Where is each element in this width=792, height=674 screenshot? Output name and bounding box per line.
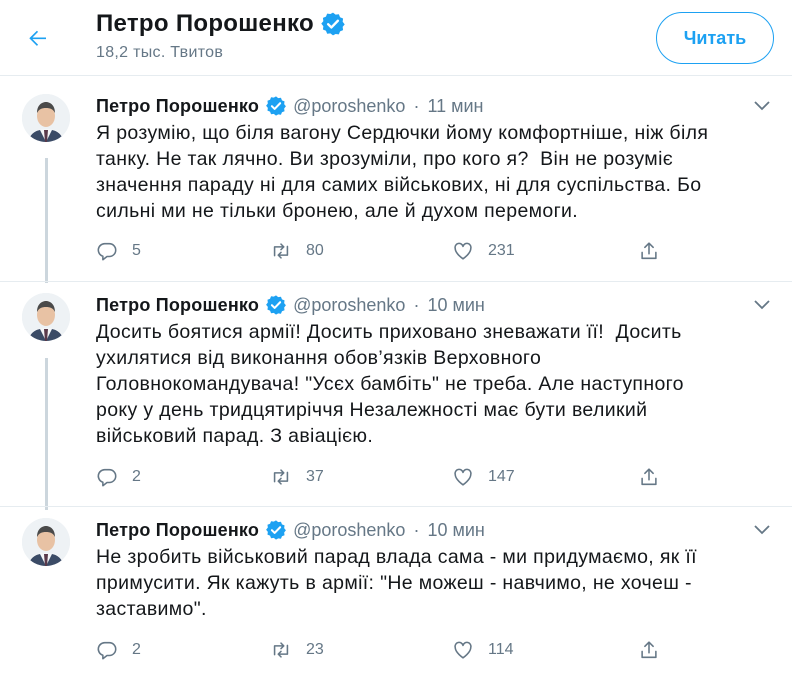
verified-badge-icon xyxy=(266,96,286,116)
verified-badge-icon xyxy=(321,12,345,36)
avatar[interactable] xyxy=(22,518,70,566)
reply-icon xyxy=(97,641,117,660)
retweet-button[interactable]: 80 xyxy=(270,240,324,262)
chevron-down-icon[interactable] xyxy=(752,522,772,538)
separator-dot: · xyxy=(413,294,420,315)
timestamp[interactable]: 10 мин xyxy=(427,520,484,541)
author-name[interactable]: Петро Порошенко xyxy=(96,96,259,117)
like-count: 114 xyxy=(488,641,514,658)
tweet-text: Не зробить військовий парад влада сама -… xyxy=(96,546,697,620)
like-button[interactable]: 114 xyxy=(452,639,514,661)
like-count: 147 xyxy=(488,468,515,485)
retweet-button[interactable]: 37 xyxy=(270,466,324,488)
tweet-text: Досить боятися армії! Досить приховано з… xyxy=(96,321,684,447)
chevron-down-icon[interactable] xyxy=(752,98,772,114)
author-handle[interactable]: @poroshenko xyxy=(293,520,405,541)
tweet-count: 18,2 тыс. Твитов xyxy=(96,44,224,61)
profile-name-row: Петро Порошенко xyxy=(96,10,346,38)
heart-icon xyxy=(454,641,472,659)
tweet-text: Я розумію, що біля вагону Сердючки йому … xyxy=(96,122,709,222)
reply-count: 5 xyxy=(132,242,141,259)
retweet-icon xyxy=(273,469,289,485)
retweet-count: 37 xyxy=(306,468,324,485)
retweet-icon xyxy=(273,642,289,658)
like-button[interactable]: 231 xyxy=(452,240,515,262)
retweet-count: 23 xyxy=(306,641,324,658)
avatar-portrait-icon xyxy=(22,94,70,142)
tweet-header: Петро Порошенко @poroshenko · 11 мин xyxy=(96,94,484,118)
author-handle[interactable]: @poroshenko xyxy=(293,96,405,117)
tweet[interactable]: Петро Порошенко @poroshenko · 10 мин Не … xyxy=(0,518,792,674)
verified-badge-icon xyxy=(266,520,286,540)
avatar-portrait-icon xyxy=(22,293,70,341)
tweet-divider xyxy=(0,281,792,282)
reply-button[interactable]: 2 xyxy=(96,639,141,661)
avatar-portrait-icon xyxy=(22,518,70,566)
verified-badge-icon xyxy=(266,295,286,315)
follow-button[interactable]: Читать xyxy=(656,12,774,64)
heart-icon xyxy=(454,242,472,260)
retweet-button[interactable]: 23 xyxy=(270,639,324,661)
timestamp[interactable]: 10 мин xyxy=(427,295,484,316)
retweet-count: 80 xyxy=(306,242,324,259)
profile-name: Петро Порошенко xyxy=(96,10,314,37)
profile-header: Петро Порошенко 18,2 тыс. Твитов Читать xyxy=(0,0,792,76)
tweet-header: Петро Порошенко @poroshenko · 10 мин xyxy=(96,293,485,317)
timestamp[interactable]: 11 мин xyxy=(427,96,483,117)
tweet[interactable]: Петро Порошенко @poroshenko · 11 мин Я р… xyxy=(0,94,792,290)
avatar[interactable] xyxy=(22,293,70,341)
heart-icon xyxy=(454,468,472,486)
reply-button[interactable]: 2 xyxy=(96,466,141,488)
author-name[interactable]: Петро Порошенко xyxy=(96,520,259,541)
share-button[interactable] xyxy=(638,240,660,262)
author-name[interactable]: Петро Порошенко xyxy=(96,295,259,316)
reply-count: 2 xyxy=(132,468,141,485)
avatar[interactable] xyxy=(22,94,70,142)
back-button[interactable] xyxy=(22,22,54,54)
reply-icon xyxy=(97,468,117,487)
tweet-divider xyxy=(0,506,792,507)
separator-dot: · xyxy=(413,95,420,116)
author-handle[interactable]: @poroshenko xyxy=(293,295,405,316)
reply-button[interactable]: 5 xyxy=(96,240,141,262)
like-count: 231 xyxy=(488,242,515,259)
separator-dot: · xyxy=(413,519,420,540)
arrow-left-icon xyxy=(29,30,46,46)
share-icon xyxy=(641,242,657,260)
chevron-down-icon[interactable] xyxy=(752,297,772,313)
like-button[interactable]: 147 xyxy=(452,466,515,488)
share-icon xyxy=(641,468,657,486)
share-button[interactable] xyxy=(638,639,660,661)
reply-icon xyxy=(97,242,117,261)
share-button[interactable] xyxy=(638,466,660,488)
tweet[interactable]: Петро Порошенко @poroshenko · 10 мин Дос… xyxy=(0,293,792,513)
reply-count: 2 xyxy=(132,641,141,658)
tweet-header: Петро Порошенко @poroshenko · 10 мин xyxy=(96,518,485,542)
share-icon xyxy=(641,641,657,659)
retweet-icon xyxy=(273,243,289,259)
